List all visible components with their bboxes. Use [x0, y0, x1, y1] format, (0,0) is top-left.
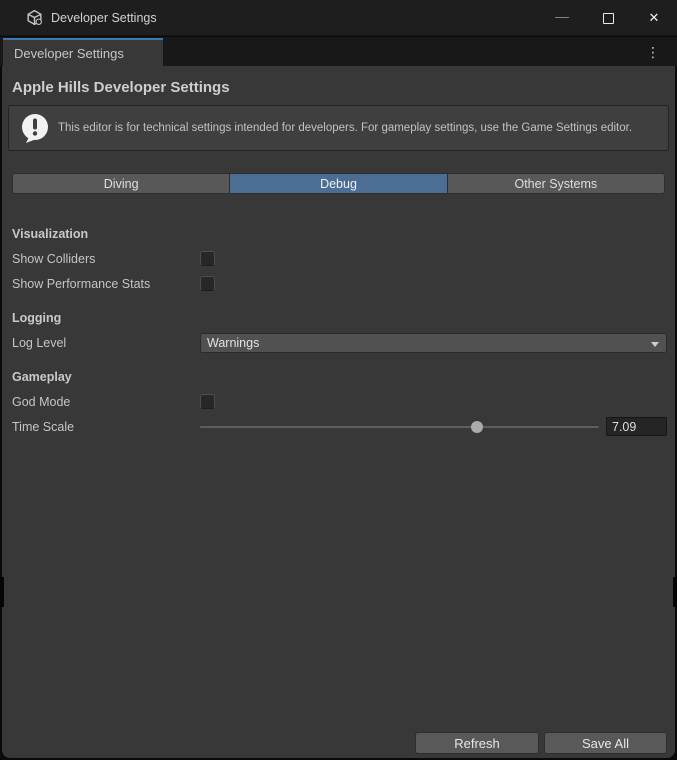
window-title: Developer Settings	[51, 11, 157, 25]
tab-other-systems[interactable]: Other Systems	[448, 174, 664, 193]
show-colliders-checkbox[interactable]	[200, 251, 215, 266]
tab-diving[interactable]: Diving	[13, 174, 230, 193]
editor-tabbar: Developer Settings ⋮	[0, 37, 677, 66]
window-edge-notch-left	[0, 577, 4, 607]
tab-debug-label: Debug	[320, 177, 357, 191]
section-title-visualization: Visualization	[12, 226, 675, 242]
row-show-performance-stats: Show Performance Stats	[12, 273, 667, 294]
close-button[interactable]: ✕	[631, 0, 677, 36]
page-title: Apple Hills Developer Settings	[12, 79, 665, 96]
developer-settings-window: Developer Settings — ✕ Developer Setting…	[0, 0, 677, 760]
time-scale-value: 7.09	[612, 420, 636, 434]
tab-label: Developer Settings	[14, 46, 124, 61]
unity-app-icon	[26, 9, 43, 26]
slider-track	[200, 426, 599, 428]
row-god-mode: God Mode	[12, 391, 667, 412]
footer-button-row: Refresh Save All	[415, 732, 667, 754]
minimize-icon: —	[555, 11, 569, 21]
save-all-button-label: Save All	[582, 736, 629, 751]
time-scale-label: Time Scale	[12, 420, 200, 434]
time-scale-slider-handle[interactable]	[471, 421, 483, 433]
tab-debug[interactable]: Debug	[230, 174, 447, 193]
log-level-value: Warnings	[207, 336, 259, 350]
row-show-colliders: Show Colliders	[12, 248, 667, 269]
god-mode-label: God Mode	[12, 395, 200, 409]
helpbox-text: This editor is for technical settings in…	[58, 121, 632, 136]
row-time-scale: Time Scale 7.09	[12, 416, 667, 437]
show-performance-stats-checkbox[interactable]	[200, 276, 215, 291]
save-all-button[interactable]: Save All	[544, 732, 667, 754]
tab-developer-settings[interactable]: Developer Settings	[3, 38, 163, 66]
maximize-icon	[603, 13, 614, 24]
window-controls: — ✕	[539, 0, 677, 36]
category-toolbar: Diving Debug Other Systems	[12, 173, 665, 194]
refresh-button[interactable]: Refresh	[415, 732, 539, 754]
close-icon: ✕	[649, 10, 660, 26]
content-panel: Apple Hills Developer Settings This edit…	[2, 66, 675, 758]
log-level-label: Log Level	[12, 336, 200, 350]
info-helpbox: This editor is for technical settings in…	[8, 105, 669, 151]
section-title-logging: Logging	[12, 310, 675, 326]
god-mode-checkbox[interactable]	[200, 394, 215, 409]
exclamation-bubble-icon	[19, 112, 51, 144]
time-scale-value-field[interactable]: 7.09	[606, 417, 667, 436]
tab-menu-button[interactable]: ⋮	[643, 40, 663, 64]
titlebar[interactable]: Developer Settings — ✕	[0, 0, 677, 36]
tab-diving-label: Diving	[104, 177, 139, 191]
log-level-dropdown[interactable]: Warnings	[200, 333, 667, 353]
chevron-down-icon	[651, 342, 659, 347]
time-scale-slider[interactable]	[200, 416, 599, 437]
tab-other-systems-label: Other Systems	[514, 177, 597, 191]
minimize-button[interactable]: —	[539, 0, 585, 36]
row-log-level: Log Level Warnings	[12, 332, 667, 353]
show-performance-stats-label: Show Performance Stats	[12, 277, 200, 291]
maximize-button[interactable]	[585, 0, 631, 36]
refresh-button-label: Refresh	[454, 736, 500, 751]
kebab-menu-icon: ⋮	[646, 44, 660, 61]
show-colliders-label: Show Colliders	[12, 252, 200, 266]
window-edge-notch-right	[673, 577, 677, 607]
section-title-gameplay: Gameplay	[12, 369, 675, 385]
